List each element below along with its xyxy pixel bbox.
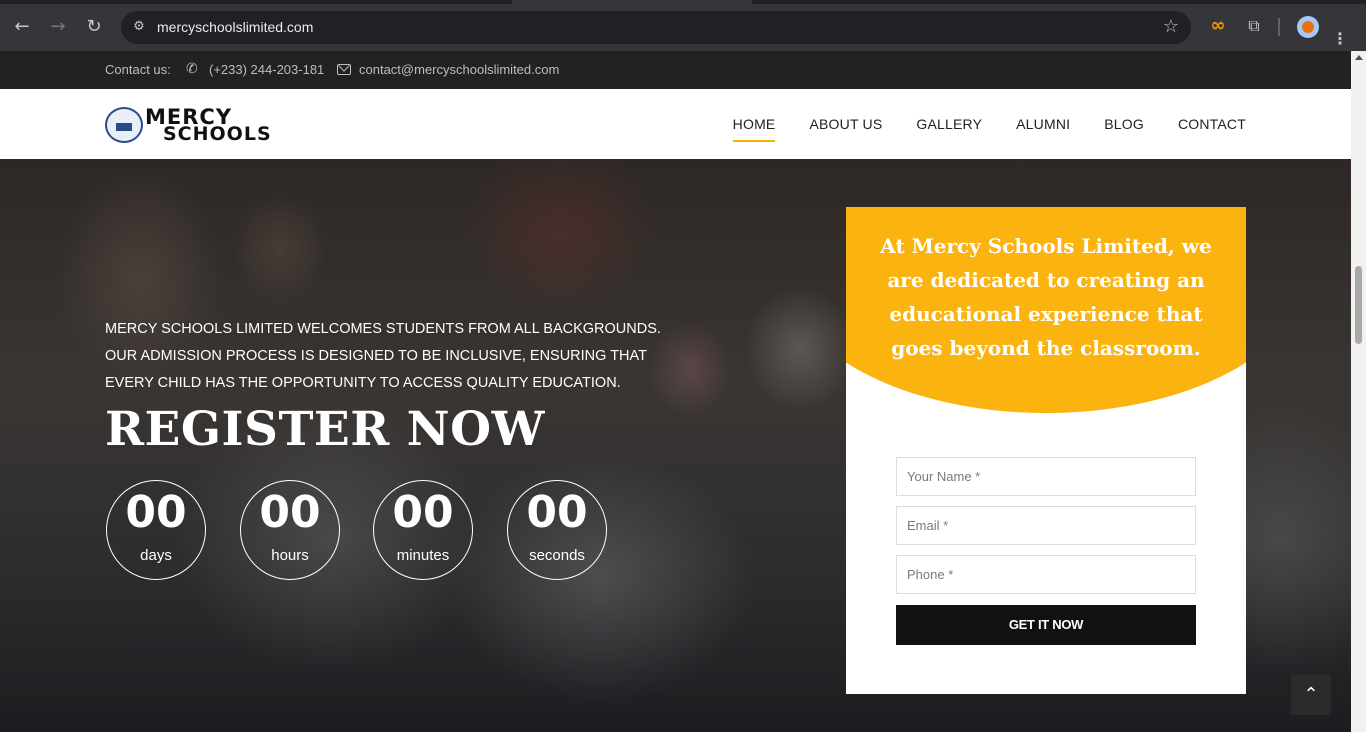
countdown-minutes: 00 minutes (373, 480, 473, 580)
crest-icon (105, 107, 143, 143)
contact-topbar: Contact us: ✆ (+233) 244-203-181 contact… (0, 51, 1351, 89)
extension-infinity-icon[interactable]: ∞ (1206, 14, 1230, 38)
site-settings-icon[interactable]: ⚙ (130, 18, 148, 36)
chevron-up-icon: ⌃ (1303, 684, 1319, 705)
email-link[interactable]: contact@mercyschoolslimited.com (359, 62, 559, 77)
extensions-puzzle-icon[interactable]: ⧉ (1242, 14, 1266, 38)
bookmark-star-icon[interactable]: ☆ (1163, 16, 1179, 37)
nav-about-us[interactable]: ABOUT US (809, 116, 882, 132)
registration-card: At Mercy Schools Limited, we are dedicat… (846, 207, 1246, 694)
nav-alumni[interactable]: ALUMNI (1016, 116, 1070, 132)
site-header: MERCY SCHOOLS HOME ABOUT US GALLERY ALUM… (0, 89, 1351, 159)
countdown-unit: days (140, 547, 172, 564)
get-it-now-button[interactable]: GET IT NOW (896, 605, 1196, 645)
countdown-value: 00 (526, 487, 588, 538)
nav-blog[interactable]: BLOG (1104, 116, 1144, 132)
browser-menu-icon[interactable]: ⋮ (1332, 27, 1356, 51)
countdown-value: 00 (125, 487, 187, 538)
nav-contact[interactable]: CONTACT (1178, 116, 1246, 132)
countdown-value: 00 (259, 487, 321, 538)
nav-gallery[interactable]: GALLERY (916, 116, 982, 132)
phone-input[interactable]: Phone * (896, 555, 1196, 594)
countdown-unit: hours (271, 547, 309, 564)
profile-avatar[interactable] (1297, 16, 1319, 38)
scrollbar-thumb[interactable] (1355, 266, 1362, 344)
main-nav: HOME ABOUT US GALLERY ALUMNI BLOG CONTAC… (732, 116, 1246, 142)
toolbar-divider (1278, 18, 1280, 36)
nav-home[interactable]: HOME (732, 116, 776, 142)
countdown-value: 00 (392, 487, 454, 538)
forward-icon[interactable]: → (45, 14, 71, 40)
name-input[interactable]: Your Name * (896, 457, 1196, 496)
phone-icon: ✆ (186, 61, 198, 77)
tab-strip (0, 0, 1366, 4)
hero-section: MERCY SCHOOLS LIMITED WELCOMES STUDENTS … (0, 159, 1351, 732)
url-text[interactable]: mercyschoolslimited.com (157, 19, 313, 35)
reload-icon[interactable]: ↻ (81, 14, 107, 40)
active-tab[interactable] (512, 0, 752, 4)
countdown-seconds: 00 seconds (507, 480, 607, 580)
register-heading: REGISTER NOW (105, 402, 545, 457)
back-to-top-button[interactable]: ⌃ (1291, 675, 1331, 715)
phone-link[interactable]: (+233) 244-203-181 (209, 62, 324, 77)
contact-label: Contact us: (105, 62, 171, 77)
countdown-unit: seconds (529, 547, 585, 564)
page-scrollbar[interactable] (1351, 51, 1366, 732)
mail-icon (337, 64, 351, 75)
browser-toolbar: ← → ↻ ⚙ mercyschoolslimited.com ☆ ∞ ⧉ ⋮ (0, 0, 1366, 51)
logo-line2: SCHOOLS (163, 123, 272, 145)
back-icon[interactable]: ← (9, 14, 35, 40)
countdown-unit: minutes (396, 547, 450, 564)
address-bar[interactable]: ⚙ mercyschoolslimited.com ☆ (121, 11, 1191, 44)
countdown-timer: 00 days 00 hours 00 minutes 00 seconds (106, 480, 626, 580)
email-input[interactable]: Email * (896, 506, 1196, 545)
countdown-days: 00 days (106, 480, 206, 580)
countdown-hours: 00 hours (240, 480, 340, 580)
webpage: Contact us: ✆ (+233) 244-203-181 contact… (0, 51, 1351, 732)
hero-intro-text: MERCY SCHOOLS LIMITED WELCOMES STUDENTS … (105, 321, 661, 391)
card-tagline: At Mercy Schools Limited, we are dedicat… (880, 234, 1212, 360)
scroll-up-arrow-icon[interactable] (1355, 55, 1363, 60)
site-logo[interactable]: MERCY SCHOOLS (105, 105, 271, 145)
